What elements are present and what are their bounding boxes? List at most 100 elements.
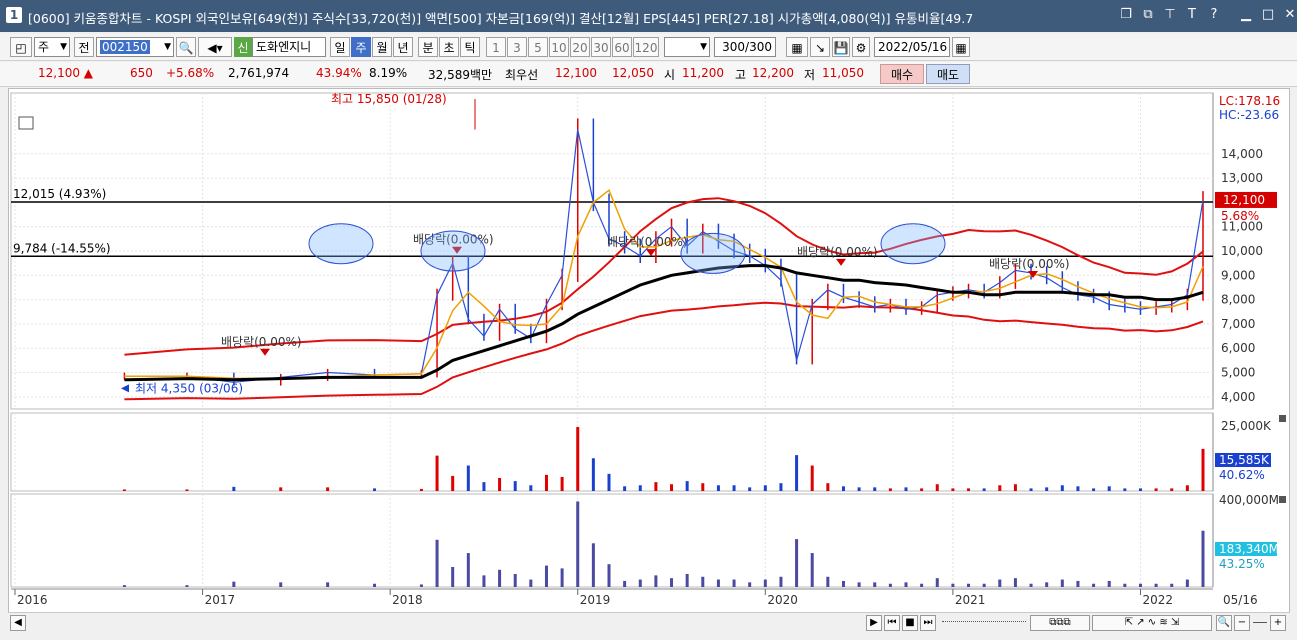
amount-bar <box>1138 583 1142 587</box>
highlight-ellipse <box>880 223 946 265</box>
stock-code-input[interactable]: 002150 ▼ <box>96 37 174 57</box>
toolbar: ◰ 주 ▼ 전 002150 ▼ 🔍 ◀▾ 신 도화엔지니 일 주 월 년 분 … <box>0 34 1297 61</box>
gear-icon[interactable]: ⚙ <box>852 37 870 57</box>
prev-button[interactable]: 전 <box>74 37 94 57</box>
buy-button[interactable]: 매수 <box>880 64 924 84</box>
x-tick-label: 2021 <box>955 593 986 607</box>
font-icon[interactable]: T <box>1184 6 1200 24</box>
amount-bar <box>466 553 470 587</box>
period-second[interactable]: 초 <box>439 37 459 57</box>
draw-line-icon[interactable]: ↘ <box>810 37 830 57</box>
amount-bar <box>1154 583 1158 587</box>
y-tick-label: 9,000 <box>1221 268 1255 282</box>
minimize-icon[interactable]: ▁ <box>1238 6 1254 24</box>
low-label: 저 <box>804 68 816 82</box>
interval-20[interactable]: 20 <box>570 37 590 57</box>
calendar-icon[interactable]: ▦ <box>952 37 970 57</box>
amount-bar <box>1185 579 1189 587</box>
interval-1[interactable]: 1 <box>486 37 506 57</box>
amount-bar <box>1045 582 1049 587</box>
layout-icon[interactable]: ◰ <box>10 37 32 57</box>
hc-label: HC:-23.66 <box>1219 108 1279 122</box>
amount-bar <box>795 539 799 587</box>
amount-bar <box>701 576 705 587</box>
interval-3[interactable]: 3 <box>507 37 527 57</box>
shin-badge[interactable]: 신 <box>234 37 252 57</box>
restore-icon[interactable]: ❐ <box>1118 6 1134 24</box>
maximize-icon[interactable]: □ <box>1260 6 1276 24</box>
volume-panel <box>10 412 1214 492</box>
period-minute[interactable]: 분 <box>418 37 438 57</box>
scroll-right-icon[interactable]: ▶ <box>866 615 882 631</box>
amount-bar <box>1092 583 1096 587</box>
count-input[interactable]: 300/300 <box>714 37 776 57</box>
highlight-ellipse <box>308 223 374 265</box>
zoom-out-icon[interactable]: − <box>1234 615 1250 631</box>
interval-5[interactable]: 5 <box>528 37 548 57</box>
period-month[interactable]: 월 <box>372 37 392 57</box>
chart-area[interactable]: 4,000 5,000 6,000 7,000 8,000 9,000 10,000 11,0… <box>8 88 1290 628</box>
interval-10[interactable]: 10 <box>549 37 569 57</box>
period-week[interactable]: 주 <box>351 37 371 57</box>
volume-bar <box>795 455 799 491</box>
volume-bar <box>732 485 736 491</box>
scroll-left-icon[interactable]: ◀ <box>10 615 26 631</box>
x-tick-label: 2016 <box>17 593 48 607</box>
interval-input[interactable]: ▼ <box>664 37 710 57</box>
stock-chart[interactable]: 4,0005,0006,0007,0008,0009,00010,00011,0… <box>9 89 1291 629</box>
close-icon[interactable]: ✕ <box>1282 6 1297 24</box>
volume-ratio: 43.94% <box>316 66 362 80</box>
volume-bar <box>763 485 767 491</box>
period-year[interactable]: 년 <box>393 37 413 57</box>
date-input[interactable]: 2022/05/16 <box>874 37 950 57</box>
amount-bar <box>810 553 814 587</box>
sell-button[interactable]: 매도 <box>926 64 970 84</box>
drawing-tools-icon[interactable]: ⇱ ↗ ∿ ≋ ⇲ <box>1092 615 1212 631</box>
interval-60[interactable]: 60 <box>612 37 632 57</box>
amount-bar <box>998 579 1002 587</box>
pin-icon[interactable]: ⊤ <box>1162 6 1178 24</box>
amount-bar <box>529 579 533 587</box>
interval-120[interactable]: 120 <box>633 37 659 57</box>
volume-pct: 40.62% <box>1219 468 1265 482</box>
volume-bar <box>1185 485 1189 491</box>
x-tick-label: 05/16 <box>1223 593 1258 607</box>
amount-bar <box>576 501 580 587</box>
amount-bar <box>1123 583 1127 587</box>
volume-bar <box>1092 488 1096 491</box>
dividend-annotation: 배당락(0.00%) <box>989 257 1070 271</box>
panel-close-icon <box>1279 496 1286 503</box>
volume-bar <box>623 486 627 491</box>
period-tick[interactable]: 틱 <box>460 37 480 57</box>
sound-icon[interactable]: ◀▾ <box>198 37 232 57</box>
zoom-slider[interactable] <box>1253 622 1267 623</box>
help-icon[interactable]: ? <box>1206 6 1222 24</box>
last-icon[interactable]: ⏭ <box>920 615 936 631</box>
zoom-in-icon[interactable]: + <box>1270 615 1286 631</box>
period-day[interactable]: 일 <box>330 37 350 57</box>
period-select[interactable]: 주 ▼ <box>34 37 70 57</box>
volume-bar <box>716 485 720 491</box>
y-tick-label: 6,000 <box>1221 341 1255 355</box>
copy-icon[interactable]: ⧉ <box>1140 6 1156 24</box>
zoom-icon[interactable]: 🔍 <box>1216 615 1232 631</box>
zoom-track[interactable] <box>942 621 1026 624</box>
first-icon[interactable]: ⏮ <box>884 615 900 631</box>
x-tick-label: 2018 <box>392 593 423 607</box>
chevron-down-icon: ▼ <box>700 42 707 52</box>
stop-icon[interactable]: ■ <box>902 615 918 631</box>
volume-bar <box>967 488 971 491</box>
volume-bar <box>888 488 892 491</box>
low-price: 11,050 <box>822 66 864 80</box>
chevron-down-icon: ▼ <box>60 42 67 52</box>
chart-scrollbar[interactable]: ◀ ▶ ⏮ ■ ⏭ ⧉⧉⧉ ⇱ ↗ ∿ ≋ ⇲ 🔍 − + <box>8 612 1290 633</box>
save-icon[interactable]: 💾 <box>832 37 850 57</box>
preferred-label: 최우선 <box>505 68 539 82</box>
indicator-icon[interactable]: ▦ <box>786 37 808 57</box>
y-tick-label: 4,000 <box>1221 390 1255 404</box>
volume-bar <box>1060 485 1064 491</box>
volume-bar <box>1138 488 1142 491</box>
search-icon[interactable]: 🔍 <box>176 37 196 57</box>
tools-icon[interactable]: ⧉⧉⧉ <box>1030 615 1090 631</box>
interval-30[interactable]: 30 <box>591 37 611 57</box>
